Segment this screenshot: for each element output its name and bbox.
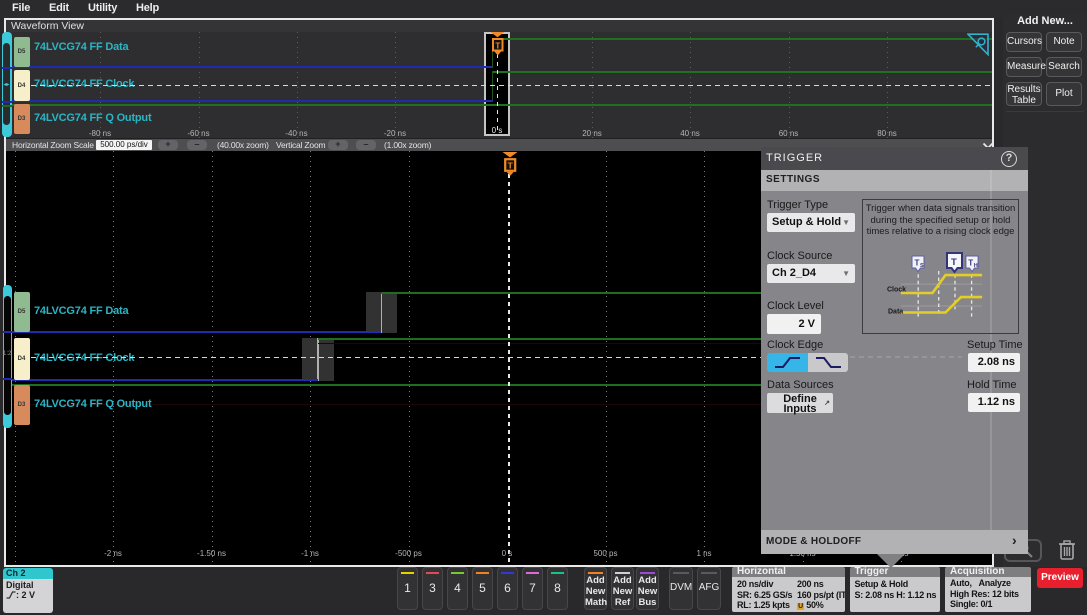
svg-text:T: T [507, 161, 513, 171]
svg-text:S: S [920, 263, 924, 269]
svg-text:H: H [974, 263, 978, 269]
svg-text:T: T [495, 41, 500, 50]
svg-text:Clock: Clock [887, 287, 906, 294]
svg-text:T: T [915, 259, 920, 268]
svg-text:Data: Data [888, 309, 903, 316]
svg-text:T: T [968, 259, 973, 268]
svg-text:T: T [951, 257, 957, 268]
